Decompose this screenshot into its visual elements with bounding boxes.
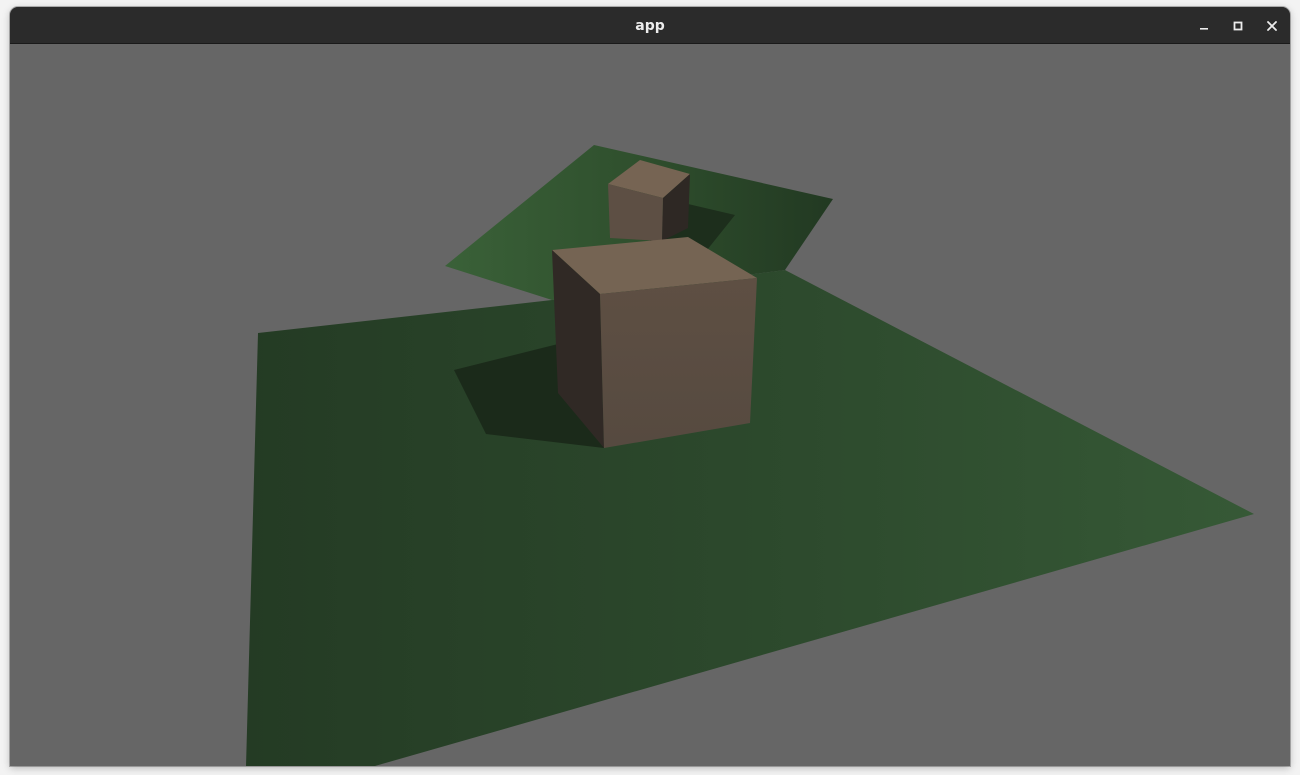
maximize-button[interactable]	[1226, 14, 1250, 38]
close-icon	[1267, 21, 1277, 31]
window-title: app	[635, 18, 665, 34]
render-viewport[interactable]	[10, 44, 1290, 766]
minimize-button[interactable]	[1192, 14, 1216, 38]
close-button[interactable]	[1260, 14, 1284, 38]
large-cube	[552, 237, 757, 448]
title-bar[interactable]: app	[10, 7, 1290, 44]
maximize-icon	[1233, 21, 1243, 31]
minimize-icon	[1200, 28, 1208, 30]
app-window: app	[10, 7, 1290, 766]
3d-scene	[10, 44, 1290, 766]
